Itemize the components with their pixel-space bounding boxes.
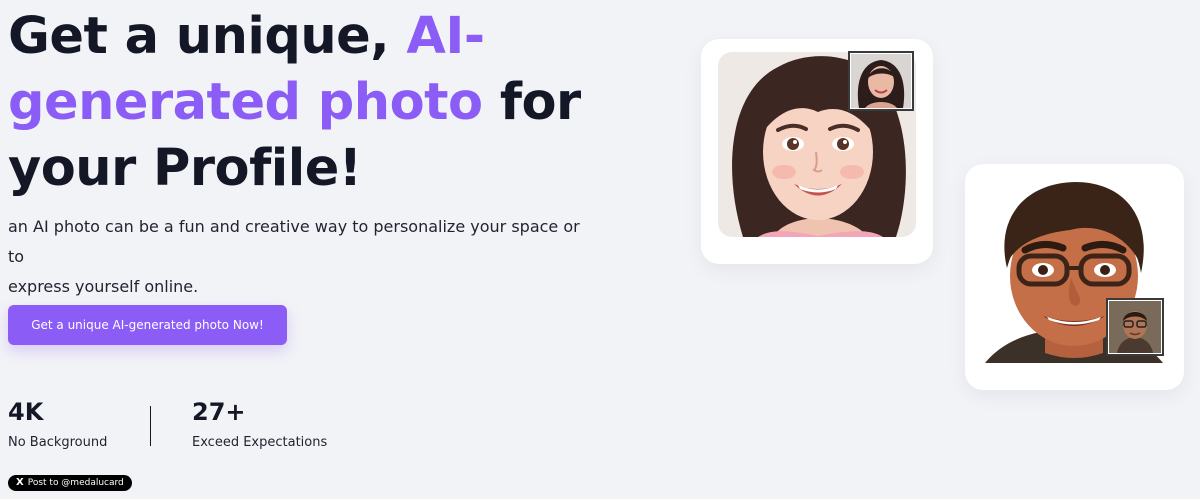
stat-label: Exceed Expectations [192,435,328,450]
hero-subtitle: an AI photo can be a fun and creative wa… [8,212,588,302]
stat-value: 4K [8,398,44,426]
hero-title-part-1: Get a unique, [8,7,407,66]
woman-portrait-card [701,39,933,264]
hero-title-part-3: your Profile! [8,139,362,198]
man-reference-photo [1106,298,1164,356]
stat-divider [150,406,151,446]
woman-reference-illustration [851,54,911,108]
woman-reference-photo [848,51,914,111]
stat-resolution: 4K No Background [8,396,150,453]
hero-title-part-2: for [482,73,581,132]
post-to-x-label: Post to @medalucard [27,478,124,488]
hero-title-accent-1: AI- [406,7,485,66]
stats-row: 4K No Background 27+ Exceed Expectations [8,396,327,453]
get-photo-button[interactable]: Get a unique AI-generated photo Now! [8,305,287,345]
page: Get a unique, AI-generated photo for your… [0,0,1200,499]
stat-label: No Background [8,435,108,450]
man-portrait-card [965,164,1184,390]
hero-subtitle-line-2: express yourself online. [8,277,199,296]
hero-title: Get a unique, AI-generated photo for your… [8,4,648,202]
x-logo-icon: X [16,477,24,488]
hero-subtitle-line-1: an AI photo can be a fun and creative wa… [8,217,580,266]
post-to-x-button[interactable]: X Post to @medalucard [8,475,132,491]
stat-value: 27+ [192,398,246,426]
man-reference-illustration [1109,301,1161,353]
stat-expectations: 27+ Exceed Expectations [192,396,327,453]
hero-title-accent-2: generated photo [8,73,483,132]
